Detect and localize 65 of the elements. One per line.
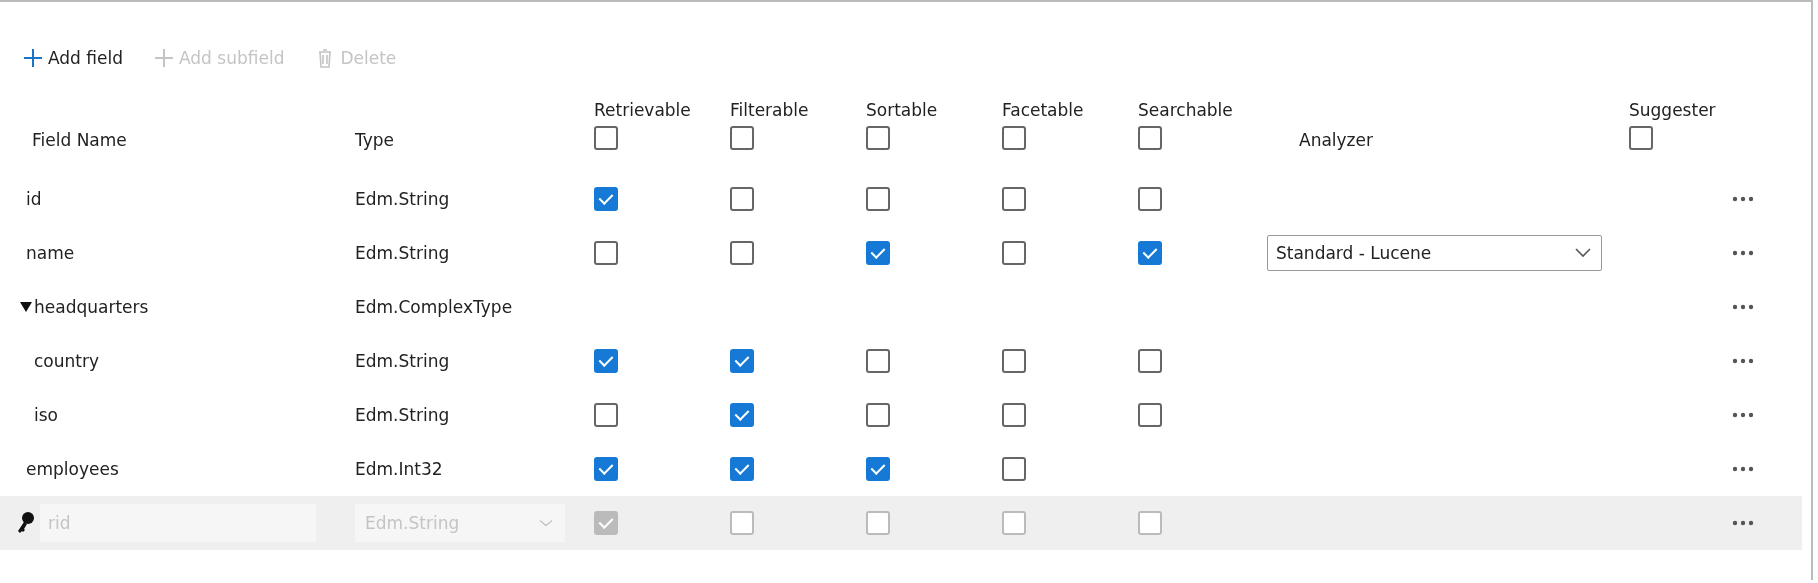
field-type: Edm.ComplexType xyxy=(355,297,513,317)
checkbox[interactable] xyxy=(594,403,618,427)
column-header: Retrievable xyxy=(594,100,691,120)
column-header: Filterable xyxy=(730,100,809,120)
checkbox[interactable] xyxy=(1002,187,1026,211)
checkbox[interactable] xyxy=(594,349,618,373)
checkbox[interactable] xyxy=(866,126,890,150)
chevron-icon xyxy=(537,517,555,529)
checkbox[interactable] xyxy=(594,126,618,150)
checkbox[interactable] xyxy=(1138,126,1162,150)
column-header: Searchable xyxy=(1138,100,1233,120)
checkbox[interactable] xyxy=(730,126,754,150)
analyzer-dropdown[interactable]: Standard - Lucene xyxy=(1267,235,1602,271)
field-type: Edm.String xyxy=(355,189,450,209)
field-name: name xyxy=(26,243,75,263)
checkbox[interactable] xyxy=(594,187,618,211)
checkbox[interactable] xyxy=(1629,126,1653,150)
more-options-icon[interactable] xyxy=(1732,304,1754,310)
more-options-icon[interactable] xyxy=(1732,196,1754,202)
chevron-icon xyxy=(1573,246,1593,260)
checkbox[interactable] xyxy=(1002,126,1026,150)
checkbox[interactable] xyxy=(730,457,754,481)
plus-icon xyxy=(22,47,44,69)
checkbox[interactable] xyxy=(1002,457,1026,481)
checkbox[interactable] xyxy=(594,241,618,265)
column-header: Facetable xyxy=(1002,100,1084,120)
column-header: Suggester xyxy=(1629,100,1716,120)
field-type: Edm.String xyxy=(355,405,450,425)
checkbox[interactable] xyxy=(594,457,618,481)
checkbox[interactable] xyxy=(1002,241,1026,265)
field-name: id xyxy=(26,189,42,209)
more-options-icon[interactable] xyxy=(1732,250,1754,256)
field-name: headquarters xyxy=(34,297,149,317)
checkbox[interactable] xyxy=(866,187,890,211)
field-name: employees xyxy=(26,459,119,479)
column-header: Field Name xyxy=(32,130,128,150)
checkbox[interactable] xyxy=(866,457,890,481)
more-options-icon[interactable] xyxy=(1732,412,1754,418)
checkbox[interactable] xyxy=(866,241,890,265)
field-type: Edm.String xyxy=(355,243,450,263)
more-options-icon[interactable] xyxy=(1732,520,1754,526)
column-header: Analyzer xyxy=(1299,130,1374,150)
checkbox[interactable] xyxy=(1138,349,1162,373)
checkbox[interactable] xyxy=(866,349,890,373)
more-options-icon[interactable] xyxy=(1732,466,1754,472)
plus-icon xyxy=(153,47,175,69)
caret-icon[interactable] xyxy=(20,302,32,312)
more-options-icon[interactable] xyxy=(1732,358,1754,364)
checkbox[interactable] xyxy=(1138,403,1162,427)
toolbar-button[interactable]: Add field xyxy=(20,45,125,71)
checkbox[interactable] xyxy=(730,349,754,373)
field-name: iso xyxy=(34,405,58,425)
checkbox[interactable] xyxy=(730,241,754,265)
checkbox[interactable] xyxy=(1138,187,1162,211)
column-header: Type xyxy=(355,130,396,150)
checkbox[interactable] xyxy=(1002,403,1026,427)
field-type: Edm.String xyxy=(355,351,450,371)
checkbox[interactable] xyxy=(730,403,754,427)
field-name: country xyxy=(34,351,99,371)
checkbox[interactable] xyxy=(866,403,890,427)
checkbox[interactable] xyxy=(1002,349,1026,373)
field-type: Edm.Int32 xyxy=(355,459,443,479)
column-header: Sortable xyxy=(866,100,938,120)
checkbox[interactable] xyxy=(730,187,754,211)
checkbox[interactable] xyxy=(1138,241,1162,265)
